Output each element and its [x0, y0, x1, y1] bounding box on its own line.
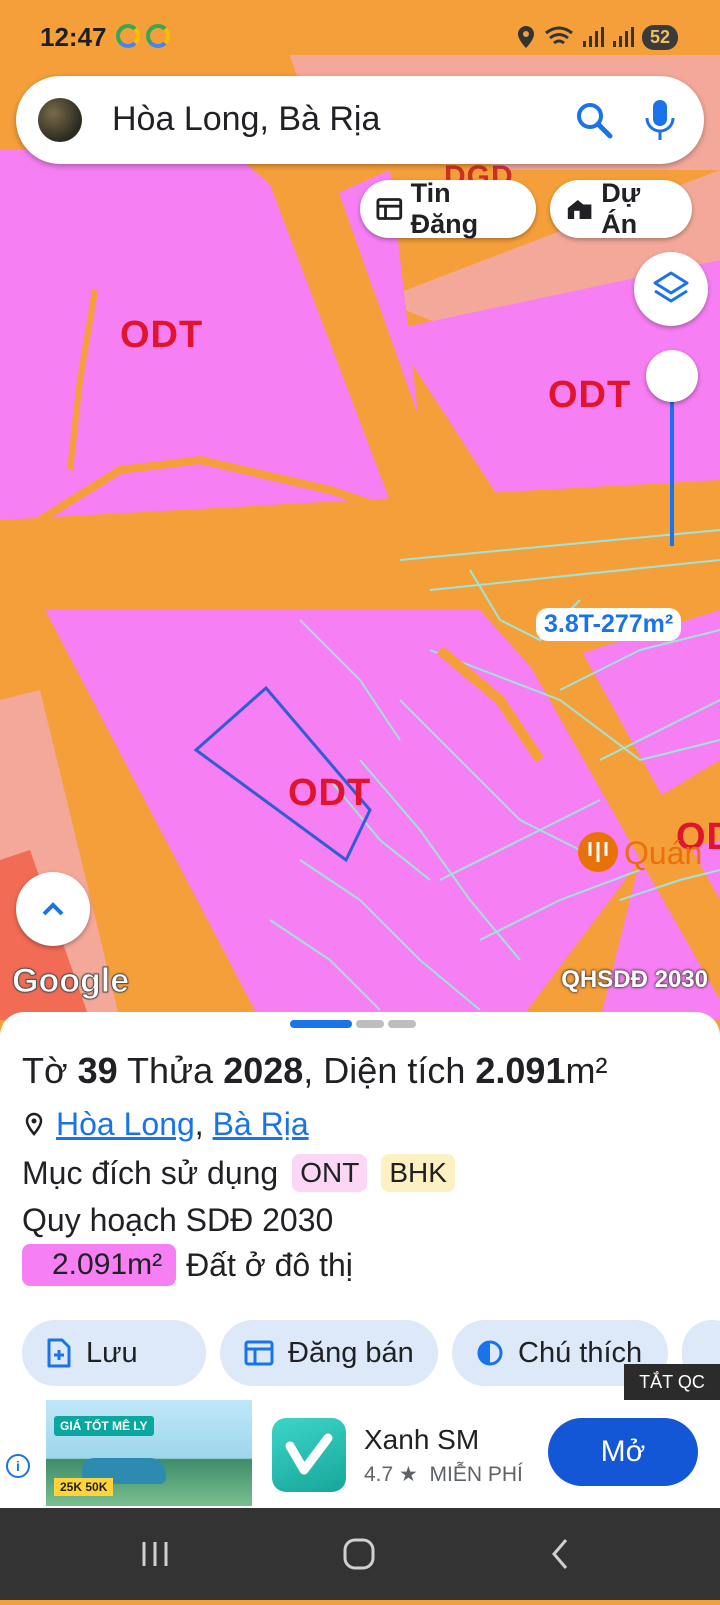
- plan-area-row: 2.091m² Đất ở đô thị: [22, 1244, 353, 1286]
- plan-area-description: Đất ở đô thị: [186, 1246, 353, 1283]
- app-notification-icon: [146, 24, 170, 48]
- map-zone-label: ODT: [548, 374, 632, 416]
- ad-price: MIỄN PHÍ: [429, 1463, 523, 1486]
- listings-icon: [376, 198, 403, 220]
- save-button[interactable]: Lưu: [22, 1320, 206, 1386]
- wifi-icon: [545, 26, 573, 45]
- app-notification-icon: [116, 24, 140, 48]
- projects-chip[interactable]: Dự Án: [550, 178, 692, 239]
- ad-app-meta: 4.7 ★ MIỄN PHÍ: [364, 1462, 523, 1487]
- ad-price-badge: 25K 50K: [54, 1478, 114, 1496]
- sheet-page-indicator[interactable]: [356, 1020, 384, 1028]
- opacity-slider-handle[interactable]: [646, 350, 698, 402]
- ward-link[interactable]: Hòa Long: [56, 1106, 195, 1143]
- sheet-page-indicator[interactable]: [388, 1020, 416, 1028]
- chevron-up-icon: [42, 902, 64, 916]
- sheet-label: Tờ: [22, 1050, 68, 1091]
- map-layer-name: QHSDĐ 2030: [561, 966, 708, 993]
- battery-indicator: 52: [641, 24, 678, 50]
- sheet-number: 39: [77, 1050, 118, 1091]
- add-document-icon: [47, 1338, 71, 1368]
- purpose-label: Mục đích sử dụng: [22, 1154, 279, 1191]
- post-sale-button-label: Đăng bán: [288, 1336, 414, 1369]
- avatar[interactable]: [38, 98, 82, 142]
- contrast-icon: [477, 1340, 503, 1366]
- status-time: 12:47: [40, 22, 107, 52]
- sheet-page-indicator[interactable]: [290, 1020, 352, 1028]
- expand-up-button[interactable]: [16, 872, 90, 946]
- location-icon: [517, 26, 534, 48]
- map-zone-label: ODT: [120, 314, 204, 356]
- projects-chip-label: Dự Án: [601, 178, 641, 239]
- save-button-label: Lưu: [86, 1336, 138, 1369]
- ad-rating: 4.7 ★: [364, 1463, 418, 1486]
- plot-number: 2028: [223, 1050, 304, 1091]
- ad-promo-text: GIÁ TỐT MÊ LY: [54, 1416, 154, 1436]
- ad-app-name: Xanh SM: [364, 1424, 480, 1455]
- back-icon[interactable]: [552, 1539, 568, 1569]
- area-value: 2.091: [475, 1050, 566, 1091]
- google-logo: Google: [11, 962, 130, 1001]
- parcel-title: Tờ 39 Thửa 2028, Diện tích 2.091m²: [22, 1050, 608, 1091]
- layers-button[interactable]: [634, 252, 708, 326]
- layers-icon: [653, 271, 689, 303]
- ad-image[interactable]: GIÁ TỐT MÊ LY 25K 50K: [46, 1400, 252, 1506]
- ad-info-icon[interactable]: i: [6, 1454, 30, 1478]
- app-icon[interactable]: [272, 1418, 346, 1492]
- location-pin-icon: [25, 1112, 43, 1136]
- listing-price-label[interactable]: 3.8T-277m²: [536, 608, 682, 641]
- post-sale-button[interactable]: Đăng bán: [220, 1320, 438, 1386]
- plan-area-badge: 2.091m²: [22, 1244, 177, 1286]
- listings-chip[interactable]: Tin Đăng: [360, 178, 536, 239]
- checkmark-icon: [285, 1433, 333, 1475]
- area-label: Diện tích: [323, 1050, 466, 1091]
- building-icon: [567, 199, 592, 219]
- parcel-info-sheet[interactable]: Tờ 39 Thửa 2028, Diện tích 2.091m² Hòa L…: [0, 1012, 720, 1402]
- purpose-tag: ONT: [292, 1154, 368, 1192]
- listings-icon: [244, 1340, 274, 1366]
- listings-chip-label: Tin Đăng: [410, 178, 479, 239]
- land-use-purpose: Mục đích sử dụng ONT BHK: [22, 1154, 455, 1192]
- plan-label: Quy hoạch SDĐ 2030: [22, 1202, 334, 1238]
- microphone-icon[interactable]: [638, 96, 682, 144]
- ad-banner[interactable]: i GIÁ TỐT MÊ LY 25K 50K Xanh SM 4.7 ★ MI…: [0, 1400, 720, 1508]
- city-link[interactable]: Bà Rịa: [213, 1106, 309, 1143]
- search-bar[interactable]: Hòa Long, Bà Rịa: [16, 76, 704, 164]
- search-icon[interactable]: [572, 98, 616, 142]
- purpose-tag: BHK: [381, 1154, 455, 1192]
- signal-icon: [582, 27, 604, 47]
- opacity-slider-track[interactable]: [670, 378, 674, 546]
- map-zone-label: ODT: [288, 772, 372, 814]
- search-input[interactable]: Hòa Long, Bà Rịa: [112, 100, 380, 139]
- status-bar: 12:47 52: [0, 0, 720, 72]
- recent-apps-icon[interactable]: [142, 1542, 168, 1566]
- open-app-button[interactable]: Mở: [548, 1418, 698, 1486]
- plot-label: Thửa: [127, 1050, 214, 1091]
- parcel-location: Hòa Long, Bà Rịa: [22, 1106, 309, 1143]
- system-navigation-bar: [0, 1508, 720, 1600]
- close-ad-button[interactable]: TẮT QC: [624, 1364, 720, 1400]
- signal-icon: [612, 27, 634, 47]
- area-unit: m²: [565, 1050, 608, 1091]
- home-icon[interactable]: [343, 1538, 375, 1570]
- poi-label[interactable]: Quán: [624, 835, 702, 872]
